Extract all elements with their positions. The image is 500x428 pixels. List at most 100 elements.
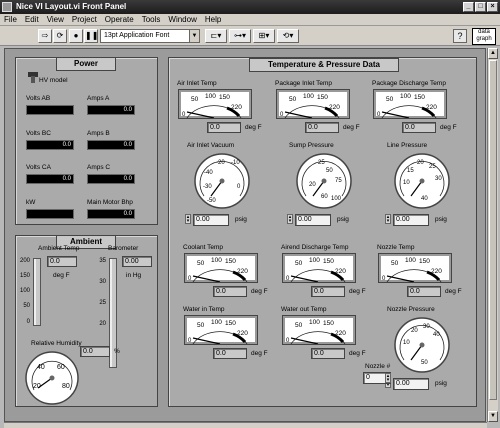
meter-scale-220: 220 xyxy=(431,268,442,275)
kw-label: kW xyxy=(26,199,36,206)
air-inlet-temp-label: Air Inlet Temp xyxy=(177,80,217,87)
water-out-temp-meter: 0 50 100 150 220 xyxy=(283,316,355,345)
amps-b-label: Amps B xyxy=(87,130,110,137)
nozzle-pressure-value[interactable]: 0.00 xyxy=(393,378,429,390)
water-out-temp-unit: deg F xyxy=(349,350,366,357)
maximize-button[interactable]: □ xyxy=(475,2,486,12)
line-pressure-dial: 20 25 15 30 10 40 xyxy=(394,153,450,209)
run-arrow-icon[interactable]: ⇨ xyxy=(38,29,52,43)
menu-file[interactable]: File xyxy=(0,14,21,26)
air-inlet-temp-widget: Air Inlet Temp 0 50 100 150 220 0.0 deg F xyxy=(177,80,269,140)
air-inlet-vacuum-scale-4: -50 xyxy=(207,198,216,204)
air-inlet-vacuum-value[interactable]: 0.00 xyxy=(193,214,229,226)
meter-scale-50: 50 xyxy=(391,260,399,267)
abort-icon[interactable]: ● xyxy=(69,29,83,43)
water-in-temp-widget: Water in Temp 0 50 100 150 220 0.0 deg F xyxy=(183,306,275,366)
ambient-temp-unit: deg F xyxy=(53,272,70,279)
pause-icon[interactable]: ❚❚ xyxy=(84,29,98,43)
window-title-bar: Nice VI Layout.vi Front Panel _ □ × xyxy=(0,0,500,14)
distribute-objects-icon[interactable]: ⊶▾ xyxy=(229,29,251,43)
nozzle-temp-label: Nozzle Temp xyxy=(377,244,415,251)
line-pressure-value[interactable]: 0.00 xyxy=(393,214,429,226)
hv-model-switch-icon[interactable] xyxy=(26,71,40,85)
menu-tools[interactable]: Tools xyxy=(138,14,165,26)
scrollbar-thumb[interactable] xyxy=(489,60,497,400)
meter-zero-label: 0 xyxy=(188,276,192,282)
water-out-temp-arc: 0 50 100 150220 xyxy=(286,319,346,345)
air-inlet-vacuum-unit: psig xyxy=(235,216,247,223)
minimize-button[interactable]: _ xyxy=(463,2,474,12)
package-discharge-temp-widget: Package Discharge Temp 0 50 100 150 220 0.0 deg… xyxy=(372,80,464,140)
help-icon[interactable]: ? xyxy=(453,29,467,43)
relative-humidity-unit: % xyxy=(114,348,120,355)
volts-ca-value: 0.0 xyxy=(26,174,74,184)
line-pressure-unit: psig xyxy=(435,216,447,223)
scroll-up-icon[interactable]: ▲ xyxy=(488,48,498,59)
run-continuously-icon[interactable]: ⟳ xyxy=(53,29,67,43)
package-discharge-temp-label: Package Discharge Temp xyxy=(372,80,446,87)
meter-zero-label: 0 xyxy=(286,276,290,282)
close-button[interactable]: × xyxy=(487,2,498,12)
humidity-scale-40: 40 xyxy=(37,364,45,371)
line-pressure-stepper-icon[interactable]: ▴ ▾ xyxy=(385,214,391,224)
baro-scale-30: 30 xyxy=(99,279,106,285)
water-out-temp-value: 0.0 xyxy=(311,348,345,359)
meter-zero-label: 0 xyxy=(182,112,186,118)
menu-project[interactable]: Project xyxy=(68,14,101,26)
package-discharge-temp-arc: 0 50 100 150220 xyxy=(377,93,437,119)
relative-humidity-label: Relative Humidity xyxy=(31,340,82,347)
meter-scale-220: 220 xyxy=(237,330,248,337)
sump-pressure-scale-1: 50 xyxy=(326,168,333,174)
align-objects-icon[interactable]: ⊏▾ xyxy=(205,29,227,43)
package-discharge-temp-meter: 0 50 100 150 220 xyxy=(374,90,446,119)
horizontal-scrollbar[interactable] xyxy=(4,422,487,428)
package-discharge-temp-unit: deg F xyxy=(440,124,457,131)
humidity-scale-labels: 20 40 60 80 xyxy=(33,364,70,390)
nozzle-pressure-dial: 20 3040 10 50 xyxy=(394,317,450,373)
scroll-down-icon[interactable]: ▼ xyxy=(488,411,498,422)
meter-scale-50: 50 xyxy=(289,96,297,103)
nozzle-temp-arc: 0 50 100 150220 xyxy=(382,257,442,283)
temperature-pressure-title: Temperature & Pressure Data xyxy=(249,58,399,72)
sump-pressure-value[interactable]: 0.00 xyxy=(295,214,331,226)
meter-scale-100: 100 xyxy=(205,93,216,100)
line-pressure-scale-0: 20 xyxy=(417,160,424,166)
menu-operate[interactable]: Operate xyxy=(101,14,138,26)
ambient-temp-label: Ambient Temp xyxy=(38,245,80,252)
sump-pressure-stepper-icon[interactable]: ▴ ▾ xyxy=(287,214,293,224)
reorder-icon[interactable]: ⟲▾ xyxy=(277,29,299,43)
meter-scale-150: 150 xyxy=(225,320,236,327)
nozzle-pressure-label: Nozzle Pressure xyxy=(387,306,435,313)
sump-pressure-widget: Sump Pressure 25 50 75 100 20 60 ▴ ▾ 0.00 psig xyxy=(279,142,375,240)
vi-icon: data graph xyxy=(472,28,496,45)
water-in-temp-meter: 0 50 100 150 220 xyxy=(185,316,257,345)
amps-a-value: 0.0 xyxy=(87,105,135,115)
meter-scale-150: 150 xyxy=(317,94,328,101)
air-inlet-vacuum-scale-2: -20 xyxy=(216,160,225,166)
air-inlet-vacuum-stepper-icon[interactable]: ▴ ▾ xyxy=(185,214,191,224)
menu-help[interactable]: Help xyxy=(201,14,225,26)
ambient-temp-value: 0.0 xyxy=(47,256,77,267)
nozzle-number-label: Nozzle # xyxy=(365,363,391,370)
meter-scale-100: 100 xyxy=(309,319,320,326)
humidity-scale-80: 80 xyxy=(62,383,70,390)
package-inlet-temp-meter: 0 50 100 150 220 xyxy=(277,90,349,119)
menu-view[interactable]: View xyxy=(43,14,68,26)
resize-objects-icon[interactable]: ⊞▾ xyxy=(253,29,275,43)
vertical-scrollbar[interactable]: ▲ ▼ xyxy=(487,48,498,422)
menu-edit[interactable]: Edit xyxy=(21,14,43,26)
meter-scale-50: 50 xyxy=(295,322,303,329)
air-inlet-temp-unit: deg F xyxy=(245,124,262,131)
menu-window[interactable]: Window xyxy=(164,14,200,26)
nozzle-temp-value: 0.0 xyxy=(407,286,441,297)
font-selector[interactable]: 13pt Application Font ▼ xyxy=(100,29,200,43)
nozzle-number-stepper-icon[interactable]: ▴ ▾ xyxy=(385,373,391,383)
temp-scale-50: 50 xyxy=(23,303,30,309)
power-title: Power xyxy=(56,57,116,71)
relative-humidity-value: 0.0 xyxy=(80,346,110,357)
volts-bc-label: Volts BC xyxy=(26,130,51,137)
volts-ab-label: Volts AB xyxy=(26,95,51,102)
meter-scale-220: 220 xyxy=(335,268,346,275)
font-selector-value: 13pt Application Font xyxy=(104,32,170,39)
barometer-label: Barometer xyxy=(108,245,139,252)
